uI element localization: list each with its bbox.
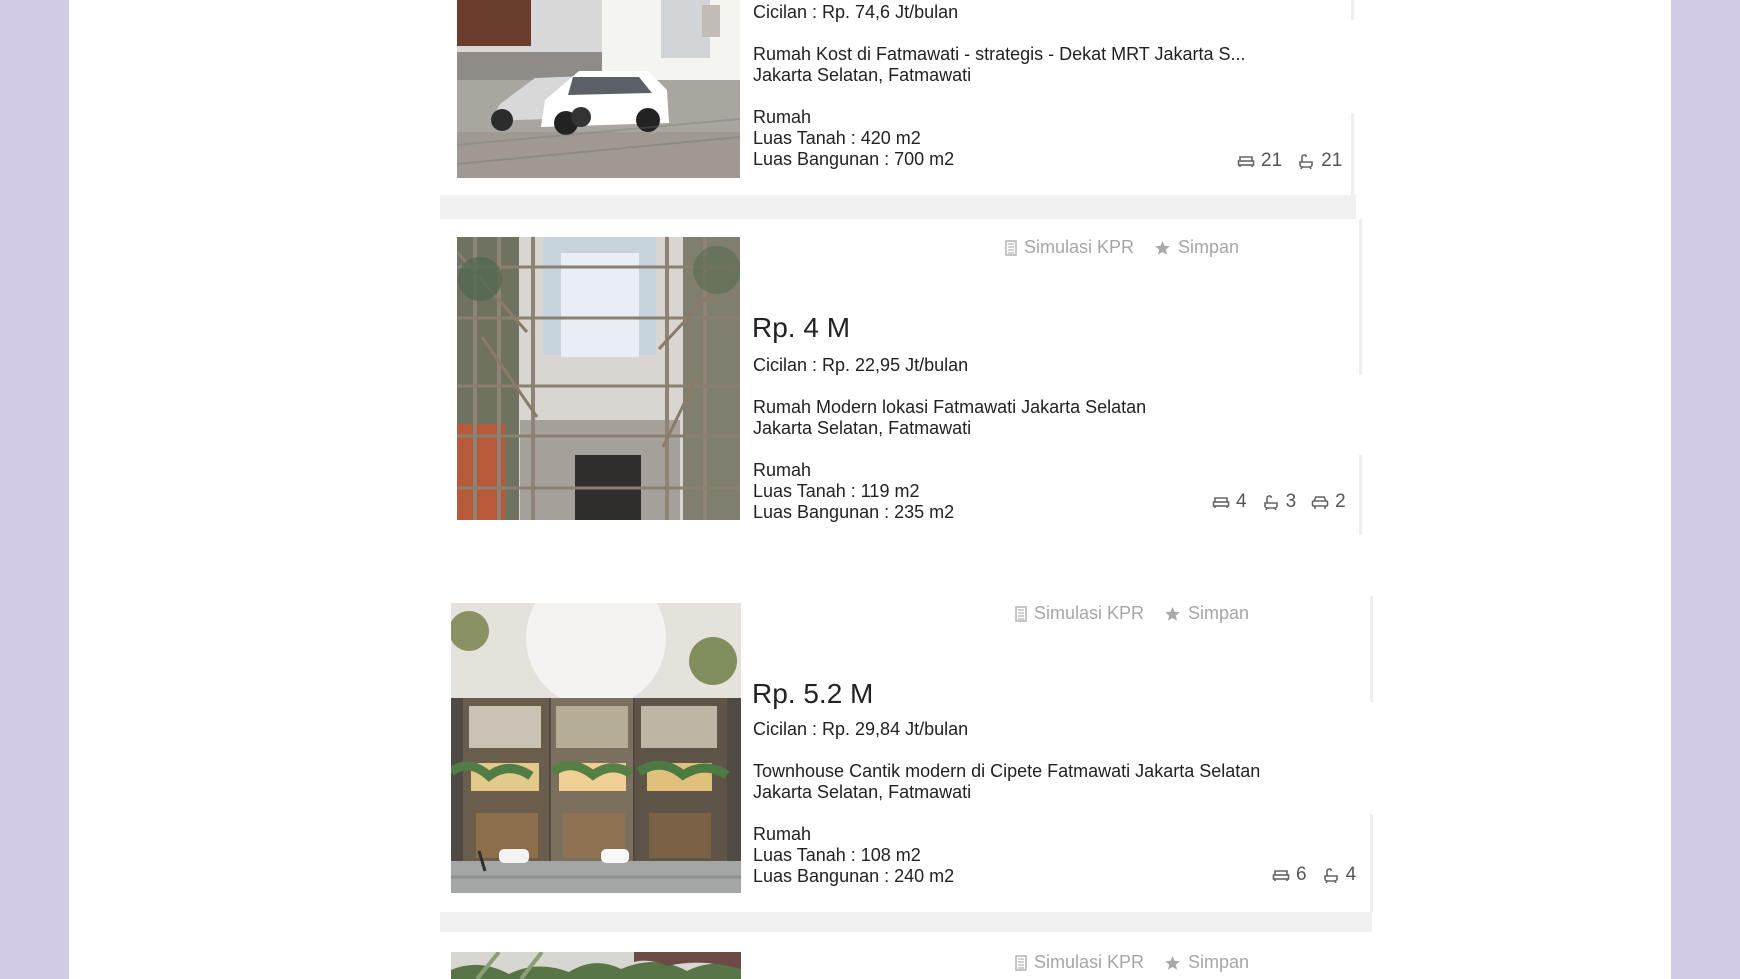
property-type: Rumah bbox=[753, 107, 812, 127]
card-edge bbox=[1370, 814, 1373, 912]
bath-icon bbox=[1263, 494, 1278, 510]
card-edge bbox=[1370, 596, 1373, 702]
listing-location: Jakarta Selatan, Fatmawati bbox=[753, 65, 972, 85]
save-label: Simpan bbox=[1188, 952, 1250, 972]
bedroom-count: 21 bbox=[1237, 150, 1282, 172]
kpr-simulation-button[interactable]: Simulasi KPR bbox=[1015, 952, 1144, 973]
bedroom-count: 4 bbox=[1212, 491, 1247, 513]
save-button[interactable]: Simpan bbox=[1164, 952, 1249, 973]
calculator-icon bbox=[1015, 954, 1027, 971]
property-type: Rumah bbox=[753, 824, 812, 844]
installment-text: Cicilan : Rp. 22,95 Jt/bulan bbox=[753, 355, 969, 375]
listing-actions: Simulasi KPR Simpan bbox=[1015, 952, 1249, 973]
bath-icon bbox=[1299, 153, 1313, 169]
facilities: 21 21 bbox=[1237, 150, 1342, 172]
listing-title-link[interactable]: Rumah Modern lokasi Fatmawati Jakarta Se… bbox=[753, 397, 1146, 418]
building-area: Luas Bangunan : 700 m2 bbox=[753, 149, 955, 169]
listing-card[interactable]: Simulasi KPR Simpan Rp. 5.2 M Cicilan : … bbox=[440, 596, 1373, 912]
calculator-icon bbox=[1005, 239, 1017, 256]
bedroom-value: 4 bbox=[1236, 491, 1247, 512]
listing-photo[interactable] bbox=[457, 0, 740, 178]
land-area: Luas Tanah : 108 m2 bbox=[753, 845, 921, 865]
save-label: Simpan bbox=[1188, 603, 1250, 623]
property-type: Rumah bbox=[753, 460, 812, 480]
facilities: 6 4 bbox=[1272, 864, 1356, 886]
bathroom-count: 21 bbox=[1297, 150, 1342, 172]
facilities: 4 3 2 bbox=[1212, 491, 1346, 513]
bathroom-value: 21 bbox=[1321, 150, 1343, 171]
garage-count: 2 bbox=[1311, 491, 1346, 513]
kpr-simulation-label: Simulasi KPR bbox=[1034, 603, 1145, 623]
car-icon bbox=[1311, 495, 1329, 509]
kpr-simulation-button[interactable]: Simulasi KPR bbox=[1005, 237, 1134, 258]
card-edge bbox=[1351, 0, 1354, 20]
kpr-simulation-button[interactable]: Simulasi KPR bbox=[1015, 603, 1144, 624]
listing-actions: Simulasi KPR Simpan bbox=[1015, 603, 1249, 624]
listing-title-link[interactable]: Townhouse Cantik modern di Cipete Fatmaw… bbox=[753, 761, 1260, 782]
land-area: Luas Tanah : 420 m2 bbox=[753, 128, 921, 148]
listing-actions: Simulasi KPR Simpan bbox=[1005, 237, 1239, 258]
listing-photo[interactable] bbox=[457, 237, 740, 520]
bathroom-value: 3 bbox=[1285, 491, 1297, 512]
listing-title-link[interactable]: Rumah Kost di Fatmawati - strategis - De… bbox=[753, 44, 1246, 65]
bed-icon bbox=[1212, 497, 1230, 508]
listing-card[interactable]: Cicilan : Rp. 74,6 Jt/bulan Rumah Kost d… bbox=[440, 0, 1356, 195]
listing-photo[interactable] bbox=[451, 603, 741, 893]
star-icon bbox=[1165, 955, 1180, 970]
price: Rp. 5.2 M bbox=[752, 678, 874, 709]
kpr-simulation-label: Simulasi KPR bbox=[1034, 952, 1145, 972]
bedroom-count: 6 bbox=[1272, 864, 1307, 886]
bed-icon bbox=[1237, 156, 1255, 167]
listing-card[interactable]: Simulasi KPR Simpan Rp. 4 M Cicilan : Rp… bbox=[440, 219, 1362, 535]
bathroom-value: 4 bbox=[1345, 864, 1357, 885]
listing-location: Jakarta Selatan, Fatmawati bbox=[753, 418, 972, 438]
card-edge bbox=[1351, 113, 1354, 195]
star-icon bbox=[1165, 606, 1180, 621]
price: Rp. 4 M bbox=[752, 312, 851, 343]
installment-text: Cicilan : Rp. 29,84 Jt/bulan bbox=[753, 719, 969, 739]
card-edge bbox=[1359, 219, 1362, 375]
garage-value: 2 bbox=[1335, 491, 1346, 512]
bedroom-value: 21 bbox=[1261, 150, 1283, 171]
bath-icon bbox=[1323, 867, 1338, 883]
building-area: Luas Bangunan : 240 m2 bbox=[753, 866, 955, 886]
kpr-simulation-label: Simulasi KPR bbox=[1024, 237, 1135, 257]
listing-card[interactable]: Simulasi KPR Simpan bbox=[440, 932, 1372, 979]
card-edge bbox=[1359, 455, 1362, 535]
bathroom-count: 4 bbox=[1322, 864, 1357, 886]
save-label: Simpan bbox=[1178, 237, 1240, 257]
bedroom-value: 6 bbox=[1296, 864, 1307, 885]
building-area: Luas Bangunan : 235 m2 bbox=[753, 502, 955, 522]
bathroom-count: 3 bbox=[1262, 491, 1297, 513]
save-button[interactable]: Simpan bbox=[1154, 237, 1239, 258]
listing-location: Jakarta Selatan, Fatmawati bbox=[753, 782, 972, 802]
installment-text: Cicilan : Rp. 74,6 Jt/bulan bbox=[753, 2, 959, 22]
listing-photo[interactable] bbox=[451, 952, 741, 979]
bed-icon bbox=[1272, 870, 1290, 881]
calculator-icon bbox=[1015, 605, 1027, 622]
listing-divider bbox=[440, 912, 1372, 932]
save-button[interactable]: Simpan bbox=[1164, 603, 1249, 624]
listing-page: Cicilan : Rp. 74,6 Jt/bulan Rumah Kost d… bbox=[69, 0, 1671, 979]
listing-divider bbox=[440, 195, 1356, 219]
land-area: Luas Tanah : 119 m2 bbox=[753, 481, 920, 501]
star-icon bbox=[1155, 240, 1170, 255]
